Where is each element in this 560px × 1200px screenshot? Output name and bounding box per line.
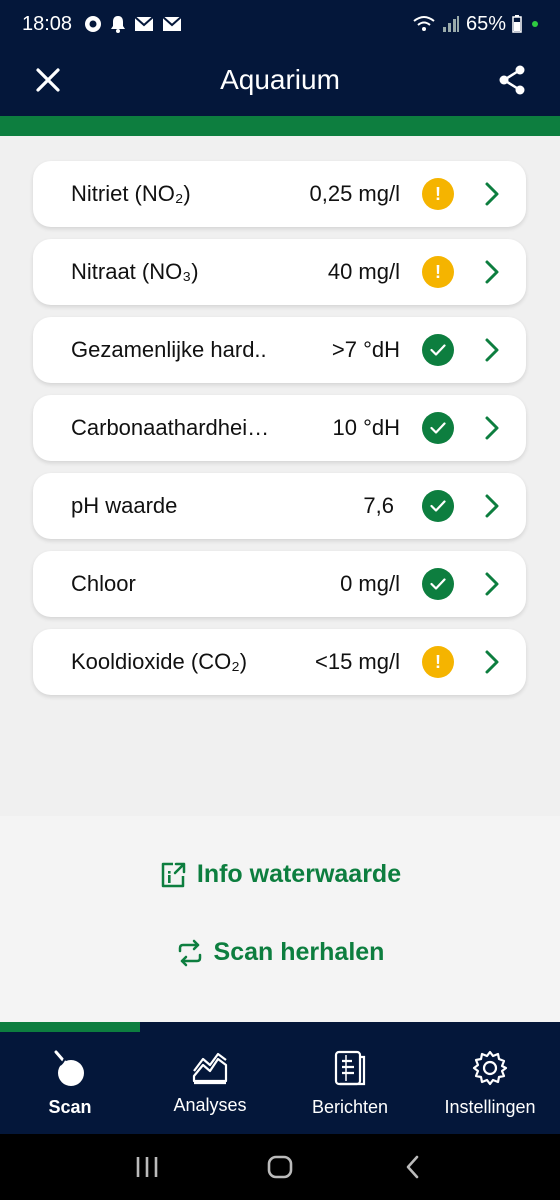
notification-icons bbox=[84, 15, 182, 33]
row-label: Gezamenlijke hard.. bbox=[71, 337, 267, 362]
nav-item-scan[interactable]: Scan bbox=[0, 1032, 140, 1134]
result-row-nitriet[interactable]: Nitriet (NO₂) 0,25 mg/l ! bbox=[33, 161, 526, 227]
row-label: pH waarde bbox=[71, 493, 178, 518]
chevron-right-icon bbox=[482, 570, 502, 598]
status-bar: 18:08 65% bbox=[0, 0, 560, 48]
page-title: Aquarium bbox=[220, 64, 340, 95]
nav-label: Instellingen bbox=[444, 1096, 536, 1117]
check-icon bbox=[422, 334, 454, 366]
row-label: Nitriet (NO₂) bbox=[71, 181, 191, 206]
warning-icon: ! bbox=[422, 178, 454, 210]
info-waterwaarde-label: Info waterwaarde bbox=[196, 860, 402, 888]
battery-icon bbox=[512, 15, 522, 33]
back-button[interactable] bbox=[393, 1147, 433, 1187]
mail-icon bbox=[162, 16, 182, 31]
close-icon bbox=[36, 68, 60, 92]
privacy-dot bbox=[532, 21, 538, 27]
scan-herhalen-label: Scan herhalen bbox=[213, 938, 385, 966]
row-label: Kooldioxide (CO₂) bbox=[71, 649, 248, 674]
bell-icon bbox=[111, 16, 126, 33]
result-row-nitraat[interactable]: Nitraat (NO₃) 40 mg/l ! bbox=[33, 239, 526, 305]
battery-level: 65% bbox=[465, 12, 506, 35]
chevron-right-icon bbox=[482, 492, 502, 520]
row-label: Nitraat (NO₃) bbox=[71, 259, 199, 284]
row-value: >7 °dH bbox=[331, 337, 400, 362]
progress-fill bbox=[0, 1022, 140, 1032]
check-icon bbox=[422, 568, 454, 600]
result-row-kooldioxide[interactable]: Kooldioxide (CO₂) <15 mg/l ! bbox=[33, 629, 526, 695]
chevron-right-icon bbox=[482, 414, 502, 442]
info-waterwaarde-link[interactable]: Info waterwaarde bbox=[0, 860, 560, 889]
row-value: <15 mg/l bbox=[315, 649, 400, 674]
result-row-ph-waarde[interactable]: pH waarde 7,6 bbox=[33, 473, 526, 539]
chevron-right-icon bbox=[482, 258, 502, 286]
row-value: 0 mg/l bbox=[340, 571, 400, 596]
chevron-right-icon bbox=[482, 180, 502, 208]
chrome-icon bbox=[85, 16, 102, 32]
repeat-icon bbox=[178, 939, 201, 966]
nav-label: Berichten bbox=[311, 1096, 389, 1117]
gear-icon bbox=[472, 1050, 508, 1085]
row-value: 10 °dH bbox=[332, 415, 400, 440]
row-label: Chloor bbox=[71, 571, 136, 596]
nav-item-analyses[interactable]: Analyses bbox=[140, 1032, 280, 1134]
nav-label: Scan bbox=[48, 1096, 92, 1117]
home-button[interactable] bbox=[260, 1147, 300, 1187]
chart-icon bbox=[192, 1052, 228, 1084]
row-value: 7,6 bbox=[363, 493, 394, 518]
document-icon bbox=[334, 1050, 366, 1085]
bottom-nav: Scan Analyses Berichten Instellingen bbox=[0, 1032, 560, 1134]
recent-apps-icon bbox=[136, 1157, 157, 1177]
result-row-carbonaathardheid[interactable]: Carbonaathardhei… 10 °dH bbox=[33, 395, 526, 461]
share-button[interactable] bbox=[492, 60, 532, 100]
share-icon bbox=[499, 65, 525, 95]
wifi-icon bbox=[413, 16, 435, 31]
signal-icon bbox=[442, 16, 459, 32]
external-info-icon bbox=[161, 862, 186, 887]
scan-herhalen-button[interactable]: Scan herhalen bbox=[0, 938, 560, 967]
result-row-gezamenlijke-hardheid[interactable]: Gezamenlijke hard.. >7 °dH bbox=[33, 317, 526, 383]
status-time: 18:08 bbox=[22, 12, 73, 35]
nav-label: Analyses bbox=[173, 1094, 247, 1115]
row-label: Carbonaathardhei… bbox=[71, 415, 270, 440]
header-accent-band bbox=[0, 116, 560, 136]
system-nav-bar bbox=[0, 1134, 560, 1200]
chevron-right-icon bbox=[482, 336, 502, 364]
result-row-chloor[interactable]: Chloor 0 mg/l bbox=[33, 551, 526, 617]
recent-apps-button[interactable] bbox=[127, 1147, 167, 1187]
nav-item-berichten[interactable]: Berichten bbox=[280, 1032, 420, 1134]
check-icon bbox=[422, 412, 454, 444]
back-icon bbox=[407, 1155, 419, 1179]
scan-icon bbox=[54, 1050, 84, 1086]
row-value: 40 mg/l bbox=[327, 259, 400, 284]
warning-icon: ! bbox=[422, 256, 454, 288]
home-icon bbox=[267, 1155, 293, 1179]
app-bar: Aquarium bbox=[0, 48, 560, 112]
chevron-right-icon bbox=[482, 648, 502, 676]
check-icon bbox=[422, 490, 454, 522]
actions-panel: Info waterwaarde Scan herhalen bbox=[0, 816, 560, 1022]
close-button[interactable] bbox=[28, 60, 68, 100]
results-list: Nitriet (NO₂) 0,25 mg/l ! Nitraat (NO₃) … bbox=[0, 136, 560, 816]
row-value: 0,25 mg/l bbox=[309, 181, 401, 206]
mail-icon bbox=[134, 16, 154, 31]
nav-item-instellingen[interactable]: Instellingen bbox=[420, 1032, 560, 1134]
warning-icon: ! bbox=[422, 646, 454, 678]
progress-bar bbox=[0, 1022, 560, 1032]
